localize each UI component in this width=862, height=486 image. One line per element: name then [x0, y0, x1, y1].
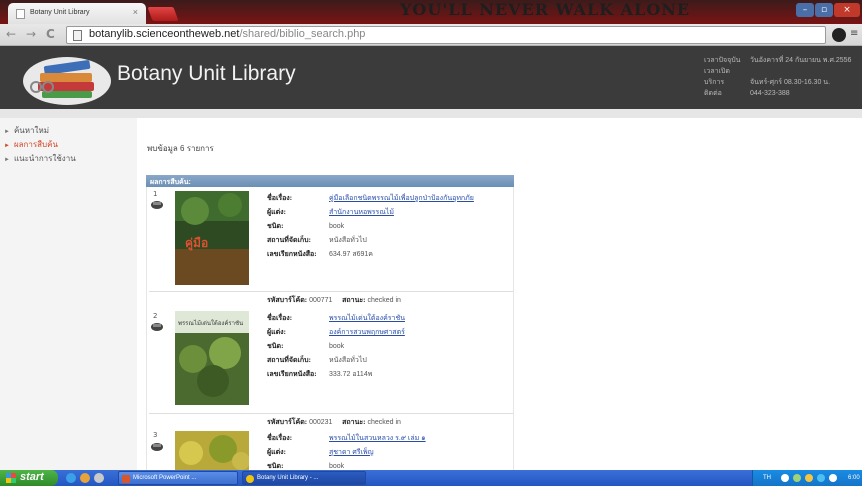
- reload-button[interactable]: C: [46, 27, 55, 41]
- tab-close-icon[interactable]: ×: [133, 7, 138, 17]
- taskbar-button-browser[interactable]: Botany Unit Library - ...: [242, 471, 366, 485]
- url-text: botanylib.scienceontheweb.net/shared/bib…: [89, 28, 365, 40]
- update-icon[interactable]: [817, 474, 825, 482]
- sidebar-item-help[interactable]: ► แนะนำการใช้งาน: [4, 152, 76, 165]
- network-icon[interactable]: [781, 474, 789, 482]
- powerpoint-icon: [122, 475, 130, 483]
- quicklaunch-explorer-icon[interactable]: [80, 473, 90, 483]
- header-info: เวลาปัจจุบัน วันอังคารที่ 24 กันยายน พ.ศ.…: [704, 55, 851, 99]
- record-divider: [149, 413, 513, 414]
- record-fields: ชื่อเรื่อง: พรรณไม้เด่นใต้องค์ราชัน ผู้แต…: [267, 314, 405, 378]
- notification-icon[interactable]: [829, 474, 837, 482]
- bullet-icon: ►: [4, 143, 10, 149]
- browser-tab-strip: Botany Unit Library × YOU'LL NEVER WALK …: [0, 0, 862, 24]
- page-slogan: YOU'LL NEVER WALK ALONE: [400, 0, 691, 19]
- record-number: 3: [153, 431, 158, 439]
- close-window-button[interactable]: ×: [834, 3, 860, 17]
- record-number: 2: [153, 312, 158, 320]
- cover-title-text: พรรณไม้เด่นใต้องค์ราชัน: [178, 319, 243, 327]
- record-title-link[interactable]: คู่มือเลือกชนิดพรรณไม้เพื่อปลูกป่าป้องกั…: [329, 195, 474, 202]
- bullet-icon: ►: [4, 129, 10, 135]
- browser-tab[interactable]: Botany Unit Library ×: [8, 3, 146, 24]
- forward-button[interactable]: →: [26, 27, 36, 41]
- page-icon: [73, 30, 82, 41]
- windows-taskbar: start Microsoft PowerPoint ... Botany Un…: [0, 470, 862, 486]
- back-button[interactable]: ←: [6, 27, 16, 41]
- record-status-line: รหัสบาร์โค้ด: 000771 สถานะ: checked in: [267, 296, 401, 304]
- address-bar[interactable]: botanylib.scienceontheweb.net/shared/bib…: [66, 26, 826, 44]
- book-cover-image: พรรณไม้เด่นใต้องค์ราชัน: [175, 311, 249, 405]
- start-button[interactable]: start: [0, 470, 58, 486]
- language-indicator[interactable]: TH: [763, 475, 771, 481]
- minimize-button[interactable]: –: [796, 3, 814, 17]
- record-status-line: รหัสบาร์โค้ด: 000231 สถานะ: checked in: [267, 418, 401, 426]
- sidebar-item-new-search[interactable]: ► ค้นหาใหม่: [4, 124, 49, 137]
- quicklaunch-browser-icon[interactable]: [66, 473, 76, 483]
- volume-icon[interactable]: [805, 474, 813, 482]
- clock: 6:00: [848, 475, 860, 481]
- record-title-link[interactable]: พรรณไม้ในสวนหลวง ร.๙ เล่ม ๑: [329, 435, 426, 442]
- record-fields: ชื่อเรื่อง: พรรณไม้ในสวนหลวง ร.๙ เล่ม ๑ ผ…: [267, 434, 426, 470]
- book-icon: [151, 323, 163, 331]
- security-icon[interactable]: [793, 474, 801, 482]
- wrench-menu-icon[interactable]: ≡: [850, 28, 860, 42]
- bullet-icon: ►: [4, 157, 10, 163]
- record-number: 1: [153, 190, 158, 198]
- results-list: 1 คู่มือ ชื่อเรื่อง: คู่มือเลือกชนิดพรรณไ…: [146, 187, 514, 470]
- book-icon: [151, 201, 163, 209]
- results-summary: พบข้อมูล 6 รายการ: [147, 144, 214, 153]
- url-host: botanylib.scienceontheweb.net: [89, 28, 240, 40]
- results-header-bar: ผลการสืบค้น:: [146, 175, 514, 187]
- record-author-link[interactable]: สำนักงานหอพรรณไม้: [329, 209, 394, 216]
- book-cover-image: คู่มือ: [175, 191, 249, 285]
- taskbar-button-powerpoint[interactable]: Microsoft PowerPoint ...: [118, 471, 238, 485]
- system-tray: TH 6:00: [752, 470, 862, 486]
- site-title: Botany Unit Library: [117, 62, 296, 85]
- cover-title-text: คู่มือ: [185, 236, 208, 251]
- record-title-link[interactable]: พรรณไม้เด่นใต้องค์ราชัน: [329, 315, 405, 322]
- address-toolbar: ← → C botanylib.scienceontheweb.net/shar…: [0, 24, 862, 46]
- record-author-link[interactable]: องค์การสวนพฤกษศาสตร์: [329, 329, 405, 336]
- site-header: Botany Unit Library เวลาปัจจุบัน วันอังคา…: [0, 46, 862, 109]
- windows-logo-icon: [6, 473, 16, 483]
- sidebar: ► ค้นหาใหม่ ► ผลการสืบค้น ► แนะนำการใช้งาน: [0, 118, 137, 470]
- extension-icon[interactable]: [832, 28, 846, 42]
- url-path: /shared/biblio_search.php: [239, 28, 366, 40]
- info-row-time: เวลาปัจจุบัน วันอังคารที่ 24 กันยายน พ.ศ.…: [704, 57, 852, 64]
- sidebar-item-results[interactable]: ► ผลการสืบค้น: [4, 138, 58, 151]
- info-row-hours: เวลาเปิดบริการ จันทร์-ศุกร์ 08.30-16.30 น…: [704, 68, 831, 86]
- info-row-contact: ติดต่อ 044-323-388: [704, 90, 790, 97]
- quicklaunch-media-icon[interactable]: [94, 473, 104, 483]
- header-divider: [0, 109, 862, 118]
- record-fields: ชื่อเรื่อง: คู่มือเลือกชนิดพรรณไม้เพื่อปล…: [267, 194, 474, 258]
- book-cover-image: [175, 431, 249, 470]
- chrome-icon: [246, 475, 254, 483]
- record-author-link[interactable]: สุชาดา ศรีเพ็ญ: [329, 449, 374, 456]
- library-logo-icon: [23, 57, 111, 105]
- record-divider: [149, 291, 513, 292]
- new-tab-button[interactable]: [147, 7, 179, 21]
- maximize-button[interactable]: ▫: [815, 3, 833, 17]
- book-icon: [151, 443, 163, 451]
- page-favicon-icon: [16, 9, 25, 19]
- tab-title: Botany Unit Library: [30, 9, 90, 16]
